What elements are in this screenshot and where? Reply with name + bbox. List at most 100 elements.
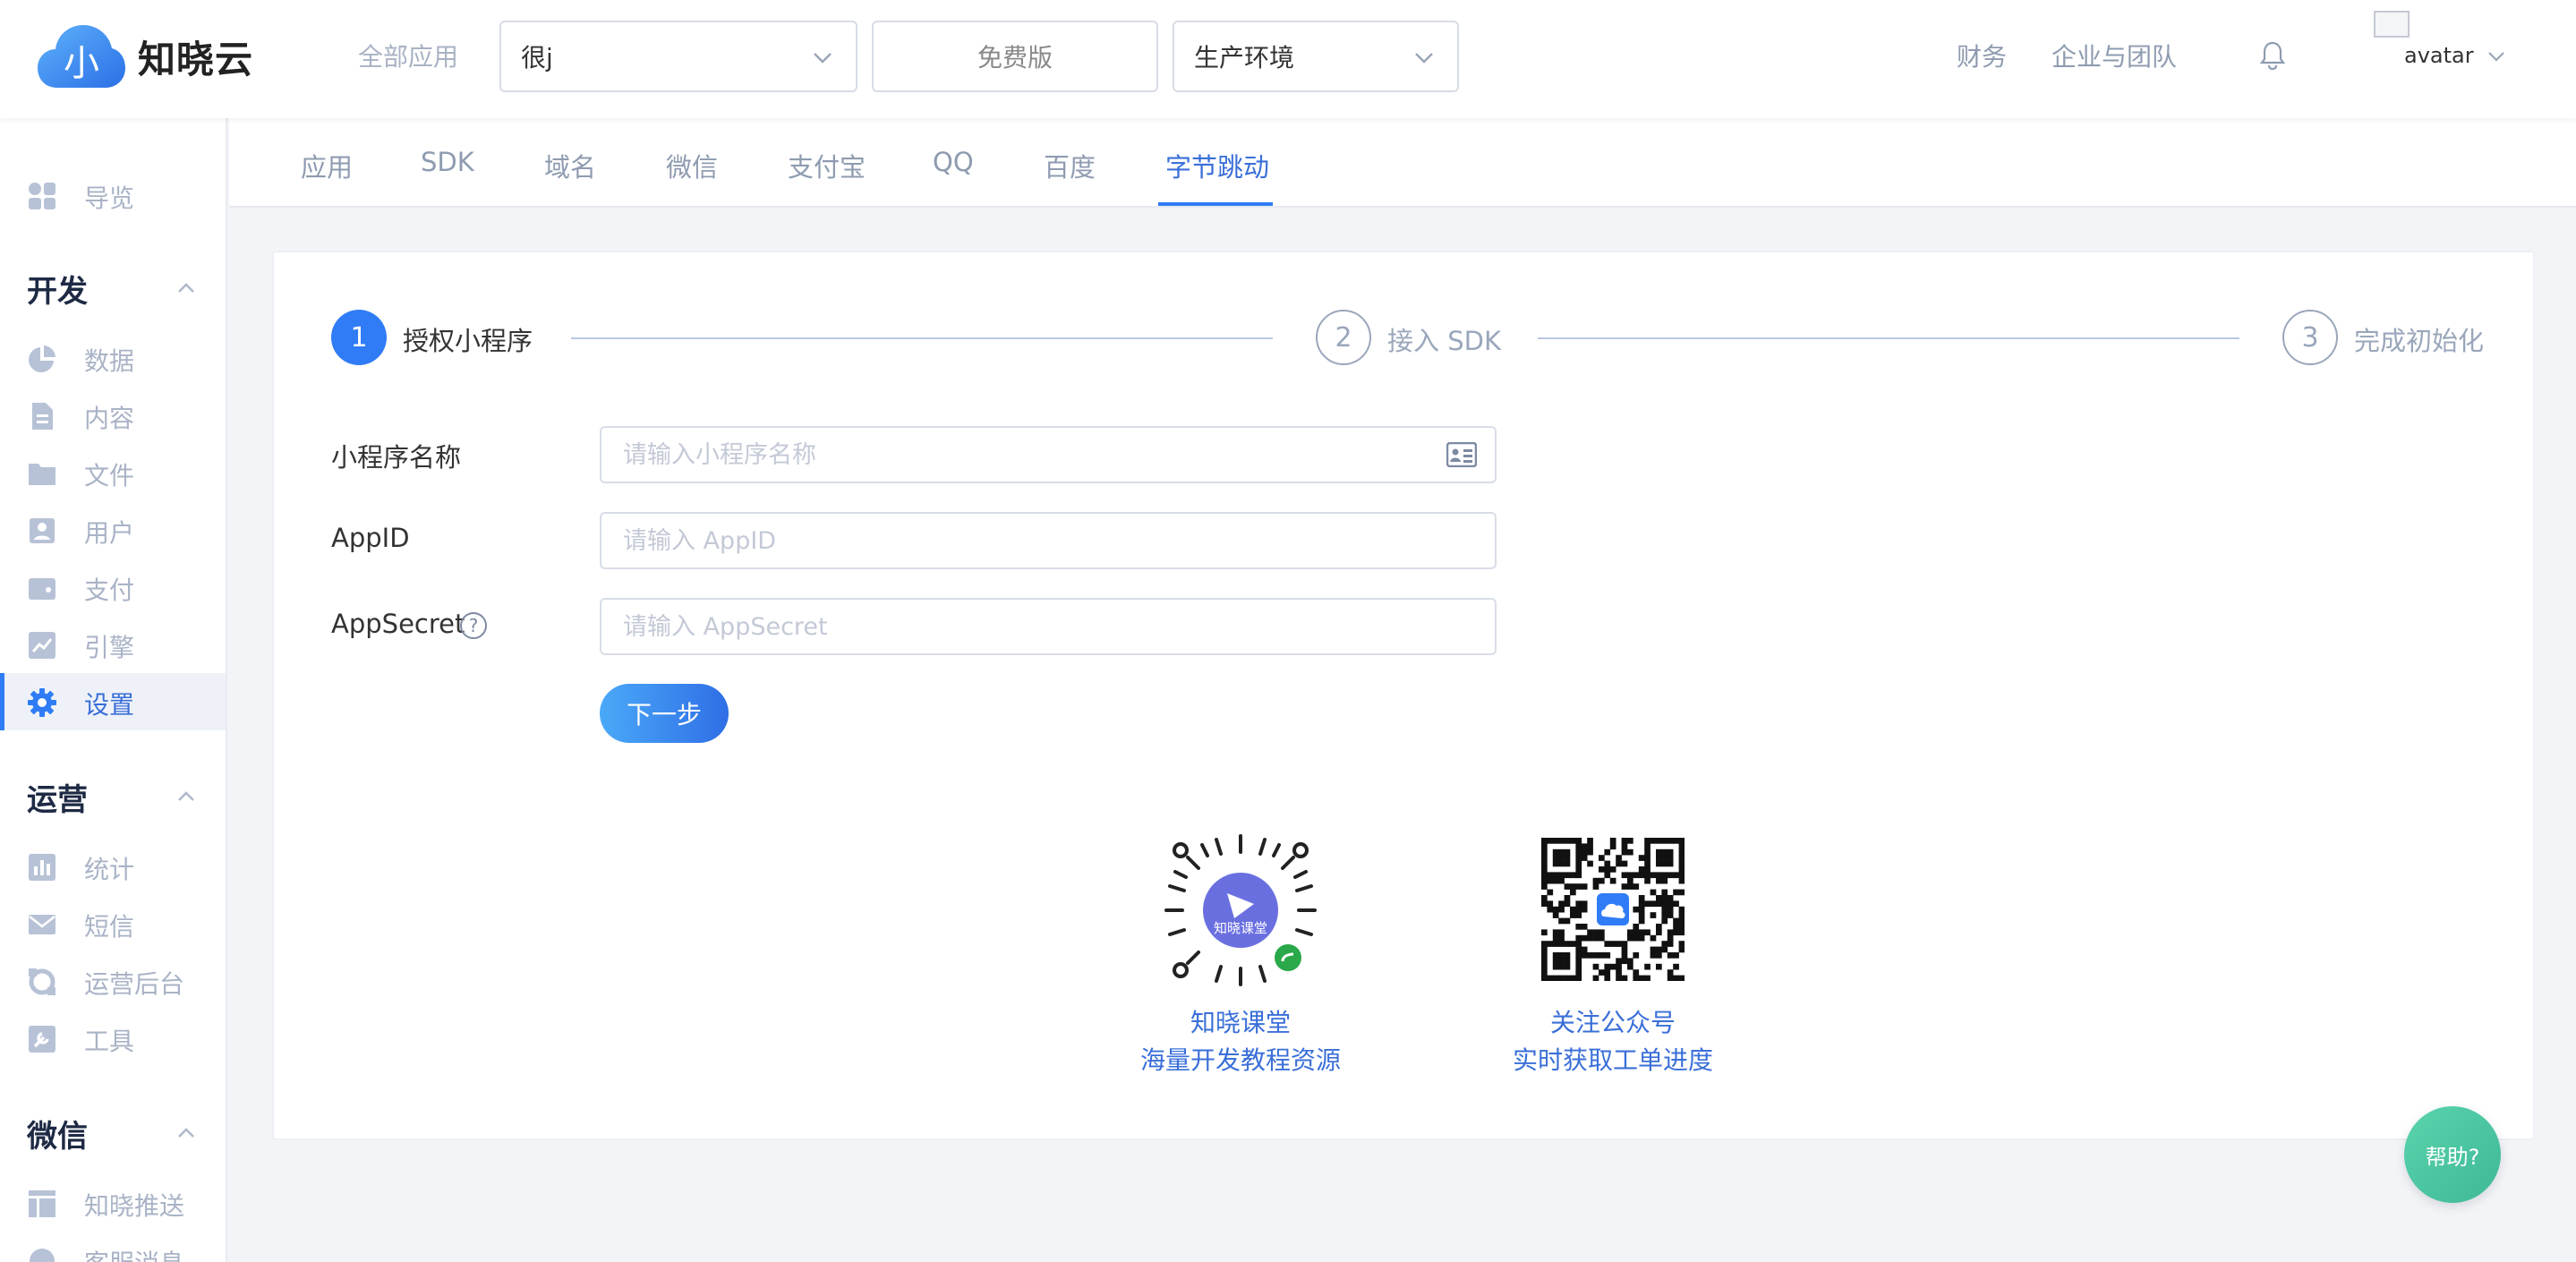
tab-app[interactable]: 应用 <box>301 147 353 184</box>
appsecret-label: AppSecret <box>331 609 465 639</box>
sidebar-item-settings[interactable]: 设置 <box>0 673 226 730</box>
active-tab-indicator <box>1158 202 1273 206</box>
nav-finance[interactable]: 财务 <box>1957 38 2007 73</box>
tab-domain[interactable]: 域名 <box>544 147 596 184</box>
sidebar-item-label: 用户 <box>84 518 135 548</box>
sidebar-group-ops[interactable]: 运营 <box>27 775 88 819</box>
authorize-card: 1 授权小程序 2 接入 SDK 3 完成初始化 小程序名称 AppID App… <box>272 251 2535 1140</box>
sidebar-item-push[interactable]: 知晓推送 <box>0 1174 226 1232</box>
qr-course-title: 知晓课堂 <box>1190 1008 1291 1037</box>
chat-icon <box>30 1249 55 1262</box>
sidebar-group-wechat[interactable]: 微信 <box>27 1112 88 1155</box>
tab-alipay[interactable]: 支付宝 <box>788 147 866 184</box>
sidebar-item-label: 内容 <box>84 404 135 433</box>
tab-baidu[interactable]: 百度 <box>1044 147 1096 184</box>
mini-program-code-icon: 知晓课堂 <box>1164 834 1317 986</box>
sidebar-item-users[interactable]: 用户 <box>0 501 226 559</box>
qr-account-desc: 实时获取工单进度 <box>1512 1045 1713 1075</box>
tab-bytedance[interactable]: 字节跳动 <box>1165 147 1269 184</box>
chevron-down-icon[interactable] <box>2486 47 2506 66</box>
sidebar-item-label: 短信 <box>84 912 135 942</box>
sidebar-item-payment[interactable]: 支付 <box>0 559 226 616</box>
sidebar-item-content[interactable]: 内容 <box>0 387 226 444</box>
appid-label: AppID <box>331 523 410 553</box>
qr-course-desc: 海量开发教程资源 <box>1139 1045 1341 1075</box>
appsecret-input[interactable] <box>600 598 1497 655</box>
step-1-label: 授权小程序 <box>403 326 533 356</box>
sidebar-item-customer-service[interactable]: 客服消息 <box>0 1232 226 1262</box>
sidebar-item-label: 工具 <box>84 1027 135 1056</box>
mail-icon <box>29 915 55 934</box>
tab-qq[interactable]: QQ <box>933 147 974 177</box>
sidebar-item-ops-backend[interactable]: 运营后台 <box>0 952 226 1010</box>
broken-image-icon <box>2374 11 2410 38</box>
tab-sdk[interactable]: SDK <box>421 147 474 177</box>
question-circle-icon[interactable]: ? <box>460 612 487 639</box>
svg-text:小: 小 <box>64 43 99 84</box>
sidebar-item-label: 统计 <box>84 855 135 884</box>
brand-logo[interactable]: 小 知晓云 <box>38 23 253 90</box>
sidebar-item-label: 运营后台 <box>84 969 185 999</box>
qr-official-account: 关注公众号 实时获取工单进度 <box>1488 832 1738 1079</box>
tab-wechat[interactable]: 微信 <box>666 147 718 184</box>
step-1-circle: 1 <box>331 310 387 365</box>
next-step-button[interactable]: 下一步 <box>600 684 729 743</box>
bell-icon[interactable] <box>2257 39 2288 72</box>
step-3-label: 完成初始化 <box>2354 326 2485 356</box>
sidebar-item-sms[interactable]: 短信 <box>0 895 226 952</box>
appid-input[interactable] <box>600 512 1497 569</box>
nav-enterprise-team[interactable]: 企业与团队 <box>2051 38 2177 73</box>
qr-code-icon <box>1541 838 1685 981</box>
sidebar-item-label: 知晓推送 <box>84 1191 185 1221</box>
sidebar-item-label: 支付 <box>84 576 135 605</box>
top-header: 小 知晓云 全部应用 很j 免费版 生产环境 财务 企业与团队 avatar <box>0 0 2576 118</box>
sidebar-group-dev[interactable]: 开发 <box>27 267 88 311</box>
chevron-down-icon <box>814 53 832 64</box>
step-2-circle: 2 <box>1316 310 1371 365</box>
trend-chart-icon <box>29 632 55 659</box>
step-connector <box>571 337 1273 339</box>
sidebar-item-data[interactable]: 数据 <box>0 329 226 387</box>
settings-tabs: 应用 SDK 域名 微信 支付宝 QQ 百度 字节跳动 <box>229 118 2576 208</box>
wrench-icon <box>29 1026 55 1053</box>
step-3-circle: 3 <box>2282 310 2338 365</box>
env-select[interactable]: 生产环境 <box>1173 21 1459 92</box>
pie-chart-icon <box>29 345 55 372</box>
sidebar-item-label: 客服消息 <box>84 1244 184 1262</box>
all-apps-label[interactable]: 全部应用 <box>358 38 458 73</box>
refresh-icon <box>29 968 55 995</box>
sidebar: 导览 开发 数据 内容 文件 用户 支付 引擎 设置 运营 统计 短信 运营后台… <box>0 118 227 1262</box>
sidebar-item-label: 数据 <box>84 346 135 376</box>
plan-button[interactable]: 免费版 <box>872 21 1158 92</box>
contact-card-icon[interactable] <box>1446 442 1477 467</box>
wallet-icon <box>29 578 55 600</box>
help-button[interactable]: 帮助? <box>2404 1106 2501 1203</box>
miniprogram-name-input[interactable] <box>600 426 1497 483</box>
miniprogram-name-label: 小程序名称 <box>331 442 462 473</box>
document-icon <box>32 403 53 430</box>
sidebar-item-files[interactable]: 文件 <box>0 444 226 501</box>
qr-course: 知晓课堂 知晓课堂 海量开发教程资源 <box>1115 832 1366 1079</box>
sidebar-item-label: 导览 <box>84 183 135 213</box>
dashboard-icon <box>29 183 55 209</box>
plan-button-label: 免费版 <box>977 43 1053 72</box>
layout-icon <box>29 1190 55 1217</box>
sidebar-item-stats[interactable]: 统计 <box>0 838 226 895</box>
avatar-alt-text: avatar <box>2404 43 2474 68</box>
sidebar-item-label: 引擎 <box>84 633 135 662</box>
sidebar-item-label: 文件 <box>84 461 135 490</box>
step-connector <box>1538 337 2239 339</box>
gear-icon <box>28 688 56 717</box>
chevron-up-icon[interactable] <box>175 1124 197 1142</box>
chevron-down-icon <box>1415 53 1433 64</box>
chevron-up-icon[interactable] <box>175 788 197 806</box>
sidebar-item-engine[interactable]: 引擎 <box>0 616 226 673</box>
bar-chart-icon <box>29 854 55 881</box>
app-select-value: 很j <box>521 43 553 72</box>
sidebar-item-tools[interactable]: 工具 <box>0 1010 226 1067</box>
step-2-label: 接入 SDK <box>1387 326 1501 356</box>
sidebar-item-label: 设置 <box>84 690 135 720</box>
chevron-up-icon[interactable] <box>175 279 197 297</box>
app-select[interactable]: 很j <box>499 21 857 92</box>
sidebar-item-overview[interactable]: 导览 <box>0 166 226 224</box>
